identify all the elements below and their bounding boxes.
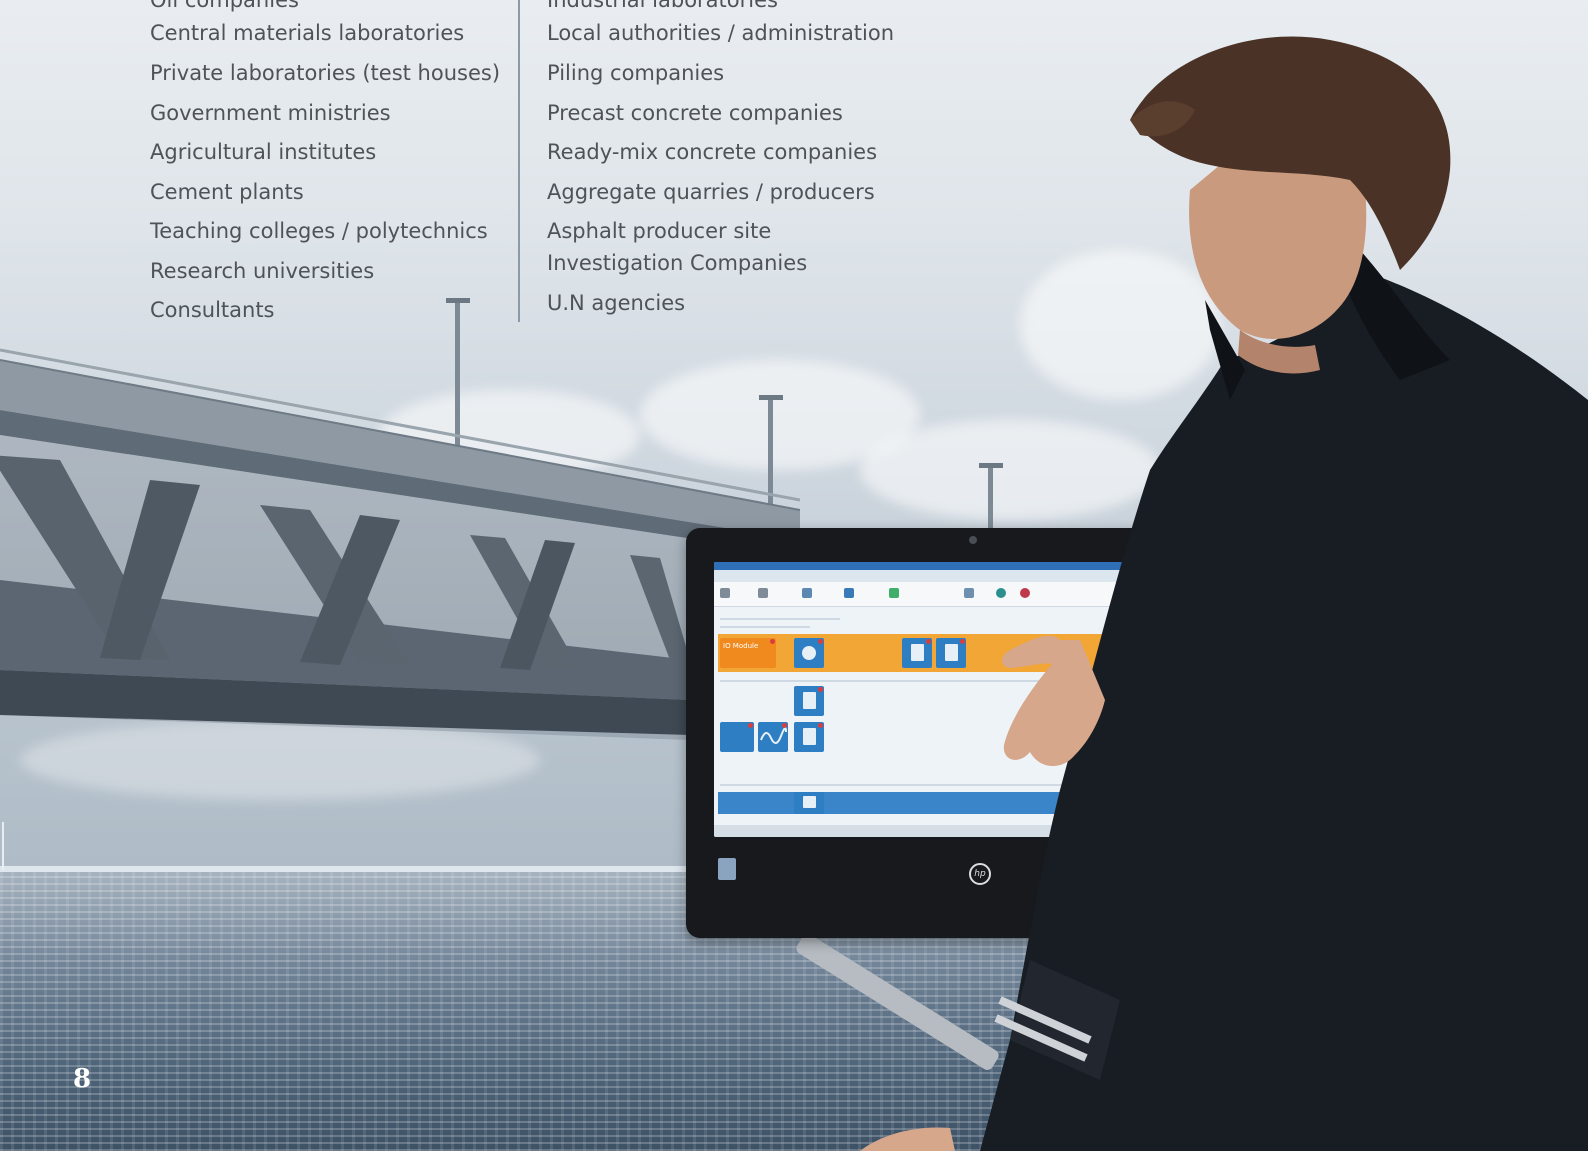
list-item: Government ministries — [150, 101, 391, 125]
list-item: Private laboratories (test houses) — [150, 61, 501, 85]
list-item: Ready-mix concrete companies — [547, 140, 878, 164]
list-item: Research universities — [150, 259, 375, 283]
list-item: Precast concrete companies — [547, 101, 843, 125]
list-item: Local authorities / administration — [547, 21, 895, 45]
man-at-monitor — [860, 36, 1588, 1151]
list-item: Cement plants — [150, 180, 304, 204]
list-item: U.N agencies — [547, 291, 686, 315]
list-item: Aggregate quarries / producers — [547, 180, 875, 204]
list-item: Industrial laboratories — [547, 0, 778, 12]
list-item: Agricultural institutes — [150, 140, 377, 164]
list-item: Teaching colleges / polytechnics — [150, 219, 488, 243]
list-item: Investigation Companies — [547, 251, 808, 275]
list-item: Piling companies — [547, 61, 725, 85]
list-item: Central materials laboratories — [150, 21, 465, 45]
column-divider — [518, 0, 520, 322]
list-item: Oil companies — [150, 0, 299, 12]
list-item: Asphalt producer site — [547, 219, 772, 243]
list-item: Consultants — [150, 298, 275, 322]
page-number: 8 — [73, 1064, 92, 1094]
background-photo: IO Module hp — [0, 0, 1588, 1151]
